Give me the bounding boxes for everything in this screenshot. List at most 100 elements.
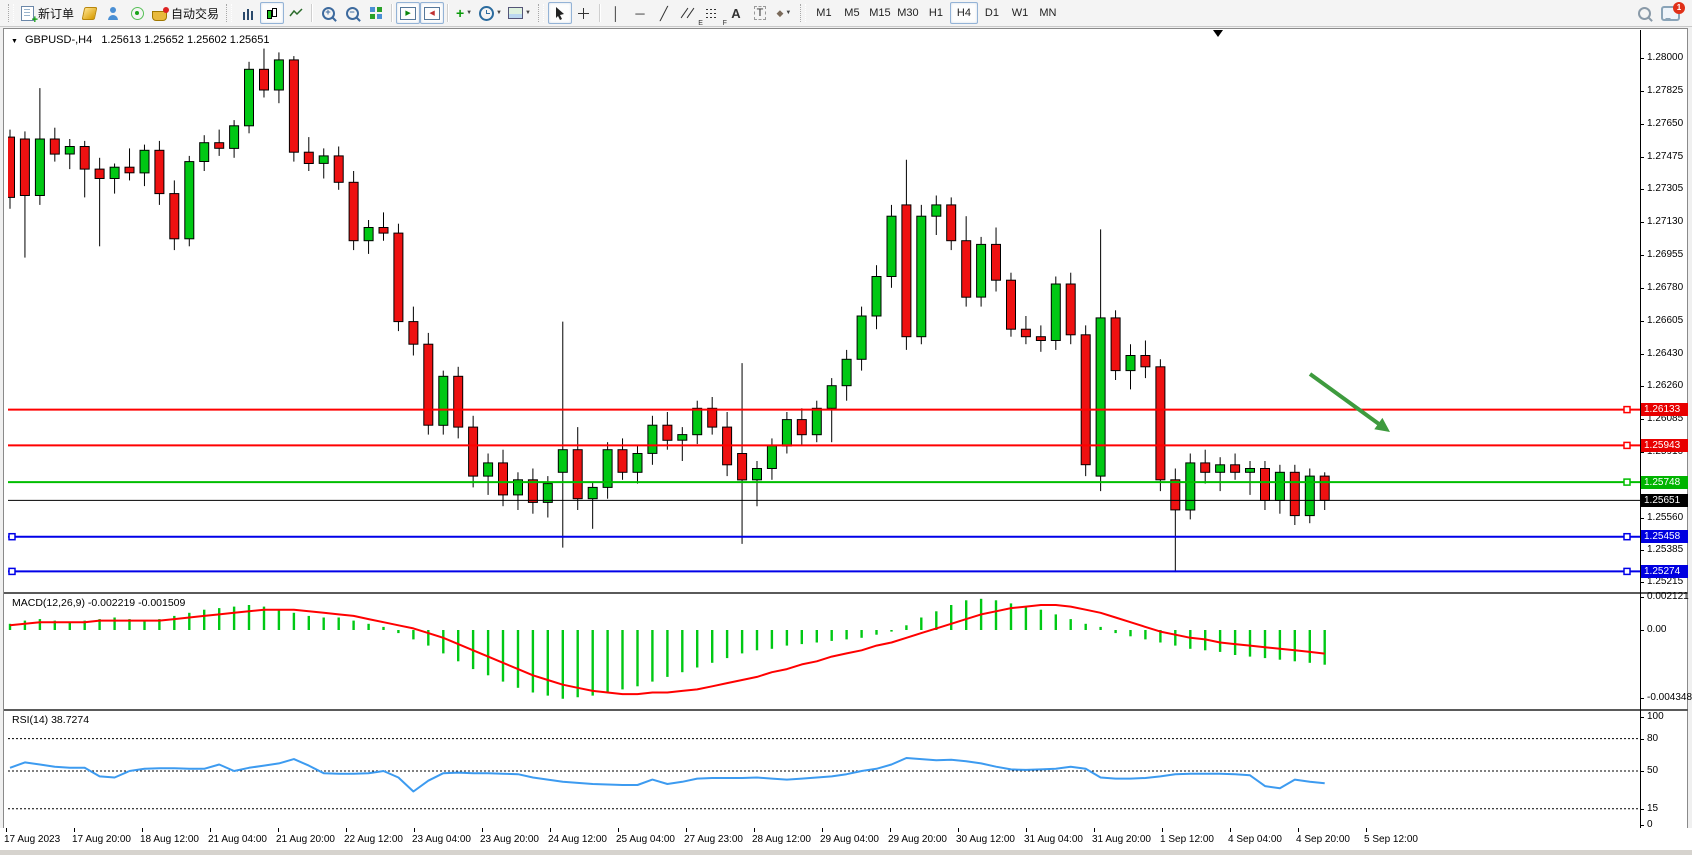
trendline-icon: ╱ [660,7,668,20]
candle-body [95,169,104,178]
timeframe-mn[interactable]: MN [1034,2,1062,24]
hline-handle[interactable] [1624,534,1630,540]
horizontal-line-tool[interactable]: ─ [628,2,652,24]
price-axis-label: 1.28000 [1647,52,1683,63]
horizontal-line-icon: ─ [635,7,644,20]
crosshair-button[interactable] [572,2,596,24]
price-badge: 1.25274 [1641,565,1688,578]
timeframe-m15[interactable]: M15 [866,2,894,24]
toolbar-grip[interactable] [8,4,14,22]
candle-body [349,182,358,240]
tile-windows-icon [370,7,382,19]
time-axis-tick [890,828,891,832]
chat-icon[interactable]: 1 [1661,6,1680,21]
fibonacci-tool[interactable]: F [700,2,724,24]
candle-body [319,156,328,164]
axis-tick [1640,739,1644,740]
zoom-in-button[interactable]: + [316,2,340,24]
cursor-button[interactable] [548,2,572,24]
candle-body [1126,356,1135,371]
metaeditor-button[interactable] [77,2,101,24]
hline-handle[interactable] [1624,442,1630,448]
timeframe-m5[interactable]: M5 [838,2,866,24]
signals-button[interactable] [125,2,149,24]
tile-windows-button[interactable] [364,2,388,24]
chart-shift-button[interactable]: ◀ [420,2,444,24]
trendline-tool[interactable]: ╱ [652,2,676,24]
toolbar-grip[interactable] [226,4,232,22]
price-axis-label: 1.26605 [1647,315,1683,326]
timeframe-w1[interactable]: W1 [1006,2,1034,24]
candle-body [887,216,896,276]
candle-body [962,241,971,298]
rsi-pane[interactable] [8,712,1640,827]
rsi-axis-label: 80 [1647,733,1658,744]
axis-tick [1640,255,1644,256]
toolbar-separator [447,4,449,22]
time-axis[interactable]: 17 Aug 202317 Aug 20:0018 Aug 12:0021 Au… [0,828,1692,850]
bar-chart-button[interactable] [236,2,260,24]
toolbar-grip[interactable] [800,4,806,22]
timeframe-d1[interactable]: D1 [978,2,1006,24]
templates-button[interactable]: ▼ [505,2,534,24]
channel-tool[interactable]: E [676,2,700,24]
zoom-out-icon: − [346,7,359,20]
toolbar-grip[interactable] [538,4,544,22]
candle-body [588,487,597,498]
hline-handle[interactable] [1624,479,1630,485]
macd-pane[interactable] [8,595,1640,708]
candle-body [573,450,582,499]
candle-body [304,152,313,163]
axis-tick [1640,157,1644,158]
signals-broadcast-icon [131,7,144,20]
time-axis-label: 30 Aug 12:00 [956,834,1015,845]
search-icon[interactable] [1638,7,1651,20]
hline-handle[interactable] [9,568,15,574]
chart-menu-triangle-icon[interactable]: ▼ [11,38,18,45]
timeframe-m30[interactable]: M30 [894,2,922,24]
community-button[interactable] [101,2,125,24]
candle-body [678,435,687,441]
timeframe-m1[interactable]: M1 [810,2,838,24]
candle-body [1141,356,1150,367]
axis-tick [1640,771,1644,772]
timeframe-h1[interactable]: H1 [922,2,950,24]
pane-separator[interactable] [4,709,1688,711]
line-chart-button[interactable] [284,2,308,24]
time-axis-label: 5 Sep 12:00 [1364,834,1418,845]
time-axis-label: 28 Aug 12:00 [752,834,811,845]
zoom-out-button[interactable]: − [340,2,364,24]
indicators-button[interactable]: + ▼ [452,2,476,24]
text-tool[interactable]: A [724,2,748,24]
hline-handle[interactable] [1624,568,1630,574]
toolbar-separator [311,4,313,22]
candle-body [1156,367,1165,480]
shift-end-marker-icon[interactable] [1213,30,1223,37]
chevron-down-icon: ▼ [496,10,502,16]
price-axis-label: 1.27130 [1647,216,1683,227]
text-label-tool[interactable]: T [748,2,772,24]
price-pane[interactable] [8,30,1640,592]
candlestick-chart-button[interactable] [260,2,284,24]
new-order-button[interactable]: + 新订单 [18,2,77,24]
annotation-arrow-line[interactable] [1310,374,1383,427]
time-axis-tick [1026,828,1027,832]
arrows-tool[interactable]: ◆ ▼ [772,2,796,24]
time-axis-tick [74,828,75,832]
time-axis-label: 4 Sep 20:00 [1296,834,1350,845]
price-axis-label: 1.26955 [1647,249,1683,260]
candle-body [1111,318,1120,371]
autotrading-button[interactable]: 自动交易 [149,2,222,24]
candle-body [618,450,627,473]
pane-separator[interactable] [4,592,1688,594]
candle-body [155,150,164,193]
vertical-line-tool[interactable]: │ [604,2,628,24]
auto-scroll-button[interactable]: ▶ [396,2,420,24]
hline-handle[interactable] [9,534,15,540]
price-axis[interactable]: 1.280001.278251.276501.274751.273051.271… [1640,28,1690,828]
price-axis-label: 1.25385 [1647,544,1683,555]
rsi-line[interactable] [10,758,1325,792]
hline-handle[interactable] [1624,407,1630,413]
timeframe-h4[interactable]: H4 [950,2,978,24]
periods-button[interactable]: ▼ [476,2,505,24]
